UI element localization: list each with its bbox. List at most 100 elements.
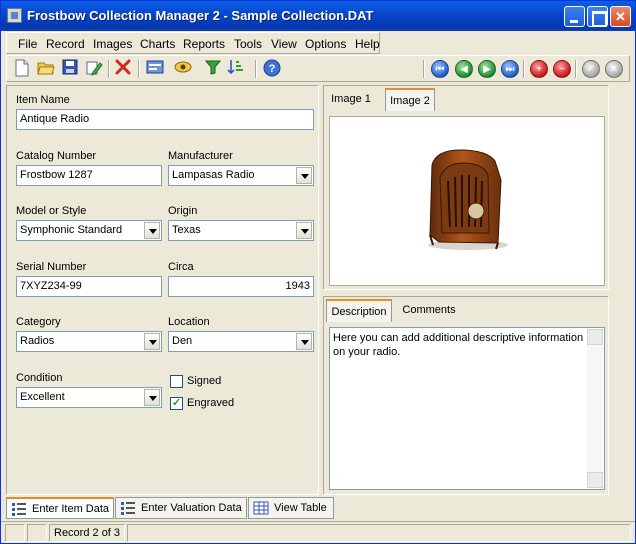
serial-number-label: Serial Number [16,261,87,273]
menu-view[interactable]: View [271,37,297,51]
record-position-status: Record 2 of 3 [49,524,125,542]
app-window: Frostbow Collection Manager 2 - Sample C… [0,0,636,544]
menu-record[interactable]: Record [46,37,85,51]
menu-reports[interactable]: Reports [183,37,225,51]
previous-record-icon[interactable]: ◀ [455,60,473,78]
edit-icon[interactable] [84,59,104,79]
description-textarea[interactable]: Here you can add additional descriptive … [329,327,605,490]
tab-enter-valuation-data-label: Enter Valuation Data [141,502,242,514]
menu-options[interactable]: Options [305,37,346,51]
cancel-icon[interactable]: ✕ [605,60,623,78]
catalog-number-label: Catalog Number [16,150,97,162]
location-value: Den [172,335,193,347]
notes-panel: Description Comments Here you can add ad… [323,296,609,495]
card-icon[interactable] [145,59,165,79]
checkmark-icon: ✓ [171,397,182,409]
manufacturer-dropdown[interactable]: Lampasas Radio [168,165,314,186]
confirm-icon[interactable]: ✓ [582,60,600,78]
chevron-down-icon[interactable] [144,333,160,350]
list-icon [120,501,136,515]
menu-tools[interactable]: Tools [234,37,262,51]
location-label: Location [168,316,210,328]
menu-images[interactable]: Images [93,37,132,51]
origin-value: Texas [172,224,201,236]
maximize-button[interactable] [587,6,608,27]
catalog-number-field[interactable]: Frostbow 1287 [16,165,162,186]
status-bar: Record 2 of 3 [1,521,635,543]
toolbar: ? ⏮ ◀ ▶ ⏭ + − ✓ ✕ [6,55,630,82]
tab-enter-item-data-label: Enter Item Data [32,503,110,515]
item-data-panel: Item Name Antique Radio Catalog Number F… [6,85,319,495]
image-panel: Image 1 Image 2 [323,85,609,290]
filter-icon[interactable] [203,59,223,79]
category-dropdown[interactable]: Radios [16,331,162,352]
menu-bar: File Record Images Charts Reports Tools … [6,32,380,54]
table-icon [253,501,269,515]
title-bar[interactable]: Frostbow Collection Manager 2 - Sample C… [1,1,635,31]
description-scrollbar[interactable] [587,329,603,488]
manufacturer-value: Lampasas Radio [172,169,255,181]
tab-view-table[interactable]: View Table [248,497,334,519]
model-or-style-value: Symphonic Standard [20,224,123,236]
antique-radio-image [428,149,508,250]
view-eye-icon[interactable] [173,59,193,79]
menu-charts[interactable]: Charts [140,37,175,51]
tab-image-1[interactable]: Image 1 [326,88,376,111]
location-dropdown[interactable]: Den [168,331,314,352]
scroll-up-icon[interactable] [587,329,603,345]
chevron-down-icon[interactable] [296,222,312,239]
tab-enter-valuation-data[interactable]: Enter Valuation Data [115,497,247,519]
delete-icon[interactable] [113,59,133,79]
category-label: Category [16,316,61,328]
remove-record-icon[interactable]: − [553,60,571,78]
tab-description[interactable]: Description [326,299,392,322]
category-value: Radios [20,335,55,347]
view-tabs: Enter Item Data Enter Valuation Data Vie… [6,497,630,521]
menu-help[interactable]: Help [355,37,380,51]
open-folder-icon[interactable] [36,59,56,79]
item-name-field[interactable]: Antique Radio [16,109,314,130]
condition-label: Condition [16,372,63,384]
tab-comments[interactable]: Comments [396,299,462,322]
scroll-down-icon[interactable] [587,472,603,488]
model-or-style-dropdown[interactable]: Symphonic Standard [16,220,162,241]
condition-dropdown[interactable]: Excellent [16,387,162,408]
tab-enter-item-data[interactable]: Enter Item Data [6,497,114,519]
signed-label: Signed [187,375,222,387]
status-panel-blank [5,524,25,542]
status-panel-message [127,524,631,542]
new-file-icon[interactable] [12,59,32,79]
chevron-down-icon[interactable] [296,167,312,184]
engraved-checkbox[interactable]: ✓ [170,397,183,410]
sort-icon[interactable] [226,59,246,79]
status-panel-blank [27,524,47,542]
circa-field[interactable]: 1943 [168,276,314,297]
engraved-label: Engraved [187,397,235,409]
minimize-button[interactable] [564,6,585,27]
next-record-icon[interactable]: ▶ [478,60,496,78]
chevron-down-icon[interactable] [144,222,160,239]
help-icon[interactable]: ? [262,59,282,79]
add-record-icon[interactable]: + [530,60,548,78]
signed-checkbox[interactable] [170,375,183,388]
item-image-frame [329,116,605,286]
window-title: Frostbow Collection Manager 2 - Sample C… [27,8,374,23]
manufacturer-label: Manufacturer [168,150,233,162]
origin-dropdown[interactable]: Texas [168,220,314,241]
model-or-style-label: Model or Style [16,205,87,217]
chevron-down-icon[interactable] [144,389,160,406]
first-record-icon[interactable]: ⏮ [431,60,449,78]
close-button[interactable]: ✕ [610,6,631,27]
origin-label: Origin [168,205,198,217]
description-text: Here you can add additional descriptive … [333,332,584,358]
app-icon[interactable] [7,8,22,23]
serial-number-field[interactable]: 7XYZ234-99 [16,276,162,297]
last-record-icon[interactable]: ⏭ [501,60,519,78]
tab-image-2[interactable]: Image 2 [385,88,435,111]
chevron-down-icon[interactable] [296,333,312,350]
save-icon[interactable] [60,59,80,79]
list-icon [11,502,27,516]
tab-view-table-label: View Table [274,502,327,514]
item-name-label: Item Name [16,94,70,106]
menu-file[interactable]: File [18,37,37,51]
